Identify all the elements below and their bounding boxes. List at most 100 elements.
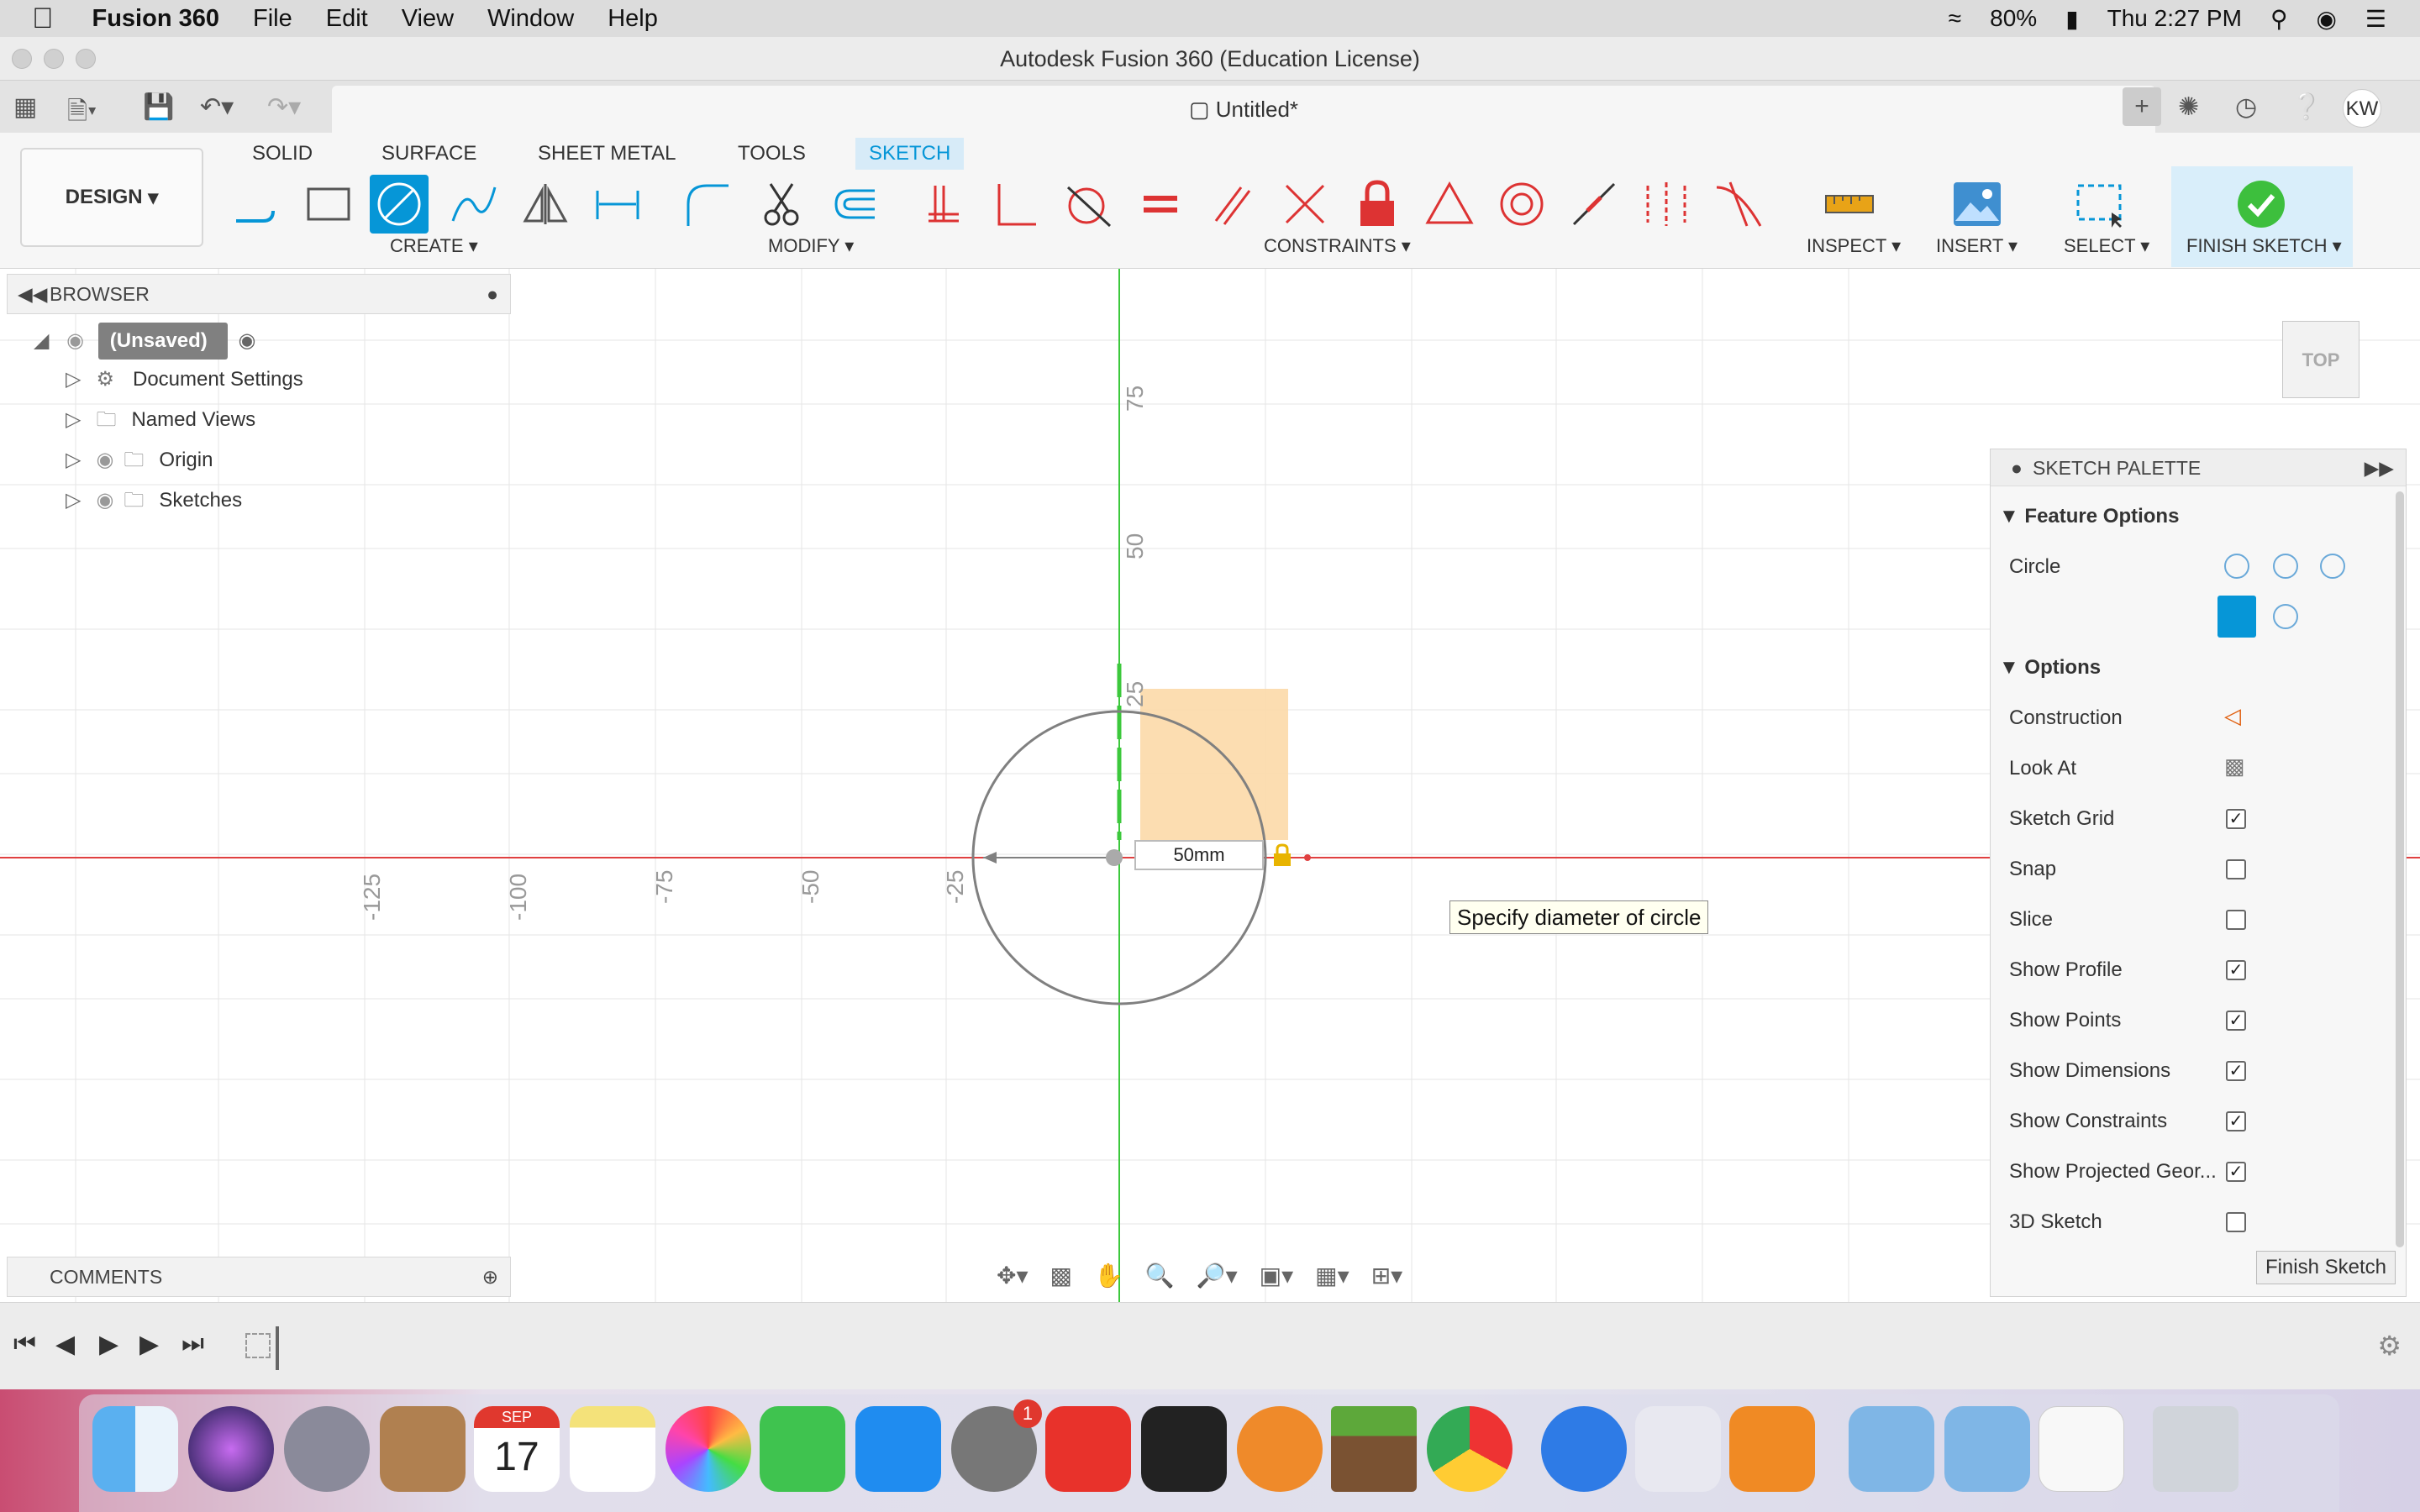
grid-settings-icon[interactable]: ▦▾ [1315,1262,1349,1289]
save-icon[interactable]: 💾 [143,92,174,122]
circle-tool-icon[interactable] [370,175,429,234]
three-point-circle-icon[interactable] [2320,554,2345,579]
fusion-360-icon[interactable] [1729,1406,1815,1492]
search-icon[interactable]: ⚲ [2270,5,2288,33]
document-tab[interactable]: ▢ Untitled* ✕ [332,86,2155,133]
orbit-icon[interactable]: ✥▾ [997,1262,1028,1289]
comments-panel-header[interactable]: COMMENTS ⊕ [7,1257,511,1297]
workspace-switcher[interactable]: DESIGN ▾ [20,148,203,247]
constraints-menu[interactable]: CONSTRAINTS ▾ [1264,235,1411,257]
apple-icon[interactable]:  [32,3,54,35]
horizontal-vertical-constraint-icon[interactable] [914,175,973,234]
downloads-folder-icon[interactable] [1849,1406,1934,1492]
app-menu[interactable]: Fusion 360 [92,5,220,33]
finder-icon[interactable] [92,1406,178,1492]
create-menu[interactable]: CREATE ▾ [390,235,478,257]
file-menu-icon[interactable]: 🗎▾ [67,92,97,135]
measure-tool-icon[interactable] [1820,175,1879,234]
collapse-browser-icon[interactable]: ◀◀ [18,275,47,313]
tab-solid[interactable]: SOLID [239,138,326,170]
select-window-icon[interactable] [2070,175,2129,234]
expand-arrow-icon[interactable]: ▷ [66,368,81,391]
facetime-icon[interactable] [760,1406,845,1492]
finish-sketch-icon[interactable] [2232,175,2291,234]
photos-icon[interactable] [666,1406,751,1492]
extensions-icon[interactable]: ✺ [2178,92,2199,122]
browser-item-named-views[interactable]: ▷ 🗀 Named Views [66,402,255,438]
browser-item-sketches[interactable]: ▷ ◉ 🗀 Sketches [66,482,242,519]
launchpad-icon[interactable] [284,1406,370,1492]
modify-menu[interactable]: MODIFY ▾ [768,235,854,257]
play-icon[interactable]: ▶ [99,1330,118,1359]
lock-dimension-icon[interactable] [1272,843,1292,867]
slice-checkbox[interactable] [2226,910,2246,930]
feature-options-section[interactable]: ▼ Feature Options [1999,505,2179,528]
clock[interactable]: Thu 2:27 PM [2107,5,2242,32]
show-points-checkbox[interactable]: ✓ [2226,1011,2246,1031]
select-menu[interactable]: SELECT ▾ [2064,235,2149,257]
midpoint-constraint-icon[interactable] [1420,175,1479,234]
palette-scrollbar[interactable] [2396,491,2404,1247]
menu-file[interactable]: File [253,5,292,33]
redo-icon[interactable]: ↷▾ [267,92,301,122]
timeline-marker[interactable] [276,1326,279,1370]
show-projected-geometry-checkbox[interactable]: ✓ [2226,1162,2246,1182]
menu-help[interactable]: Help [608,5,658,33]
insert-menu[interactable]: INSERT ▾ [1936,235,2018,257]
line-tool-icon[interactable] [225,175,284,234]
fit-icon[interactable]: 🔎▾ [1197,1262,1238,1289]
close-window-button[interactable] [12,49,32,69]
document-stack-icon[interactable] [2039,1406,2124,1492]
app-store-icon[interactable] [855,1406,941,1492]
go-to-start-icon[interactable]: ⏮ [13,1330,36,1358]
final-cut-icon[interactable] [1141,1406,1227,1492]
tab-tools[interactable]: TOOLS [724,138,819,170]
dimension-tool-icon[interactable] [588,175,647,234]
menu-window[interactable]: Window [487,5,574,33]
pan-icon[interactable]: ✋ [1094,1262,1123,1289]
coincident-constraint-icon[interactable] [986,175,1045,234]
rectangle-tool-icon[interactable] [299,175,358,234]
battery-percent[interactable]: 80% [1990,5,2037,32]
finish-sketch-button[interactable]: Finish Sketch [2255,1251,2396,1284]
inspect-menu[interactable]: INSPECT ▾ [1807,235,1901,257]
look-at-icon[interactable]: ▩ [1050,1262,1072,1289]
blender-icon[interactable] [1237,1406,1323,1492]
siri-icon[interactable] [188,1406,274,1492]
options-section[interactable]: ▼ Options [1999,656,2101,680]
tab-sheet-metal[interactable]: SHEET METAL [524,138,689,170]
activate-radio-icon[interactable]: ◉ [238,329,255,352]
3d-sketch-checkbox[interactable] [2226,1212,2246,1232]
construction-icon[interactable]: ◁ [2224,703,2241,729]
viewports-icon[interactable]: ⊞▾ [1371,1262,1403,1289]
2-tangent-circle-icon[interactable] [2217,596,2256,638]
battery-icon[interactable]: ▮ [2065,5,2078,33]
chrome-icon[interactable] [1427,1406,1512,1492]
step-forward-icon[interactable]: ▶ [139,1330,159,1359]
curvature-constraint-icon[interactable] [1709,175,1768,234]
parallel-constraint-icon[interactable] [1203,175,1262,234]
calendar-icon[interactable]: SEP 17 [474,1406,560,1492]
browser-item-document-settings[interactable]: ▷ ⚙ Document Settings [66,361,303,398]
browser-minimize-icon[interactable]: ● [487,275,498,313]
show-constraints-checkbox[interactable]: ✓ [2226,1111,2246,1131]
expand-arrow-icon[interactable]: ▷ [66,449,81,471]
concentric-constraint-icon[interactable] [1492,175,1551,234]
add-comment-icon[interactable]: ⊕ [482,1257,498,1296]
menu-edit[interactable]: Edit [326,5,368,33]
sketch-grid-checkbox[interactable]: ✓ [2226,809,2246,829]
menu-view[interactable]: View [402,5,454,33]
timeline-settings-gear-icon[interactable]: ⚙ [2377,1330,2402,1362]
symmetry-constraint-icon[interactable] [1637,175,1696,234]
minecraft-icon[interactable] [1331,1406,1417,1492]
palette-expand-icon[interactable]: ▶▶ [2365,449,2394,486]
expand-arrow-icon[interactable]: ▷ [66,489,81,512]
two-point-circle-icon[interactable] [2273,554,2298,579]
browser-item-origin[interactable]: ▷ ◉ 🗀 Origin [66,442,213,479]
numbers-chart-icon[interactable] [1635,1406,1721,1492]
undo-icon[interactable]: ↶▾ [200,92,234,122]
show-dimensions-checkbox[interactable]: ✓ [2226,1061,2246,1081]
3-tangent-circle-icon[interactable] [2273,604,2298,629]
visibility-eye-icon[interactable]: ◉ [66,329,84,352]
siri-icon[interactable]: ◉ [2316,5,2336,33]
